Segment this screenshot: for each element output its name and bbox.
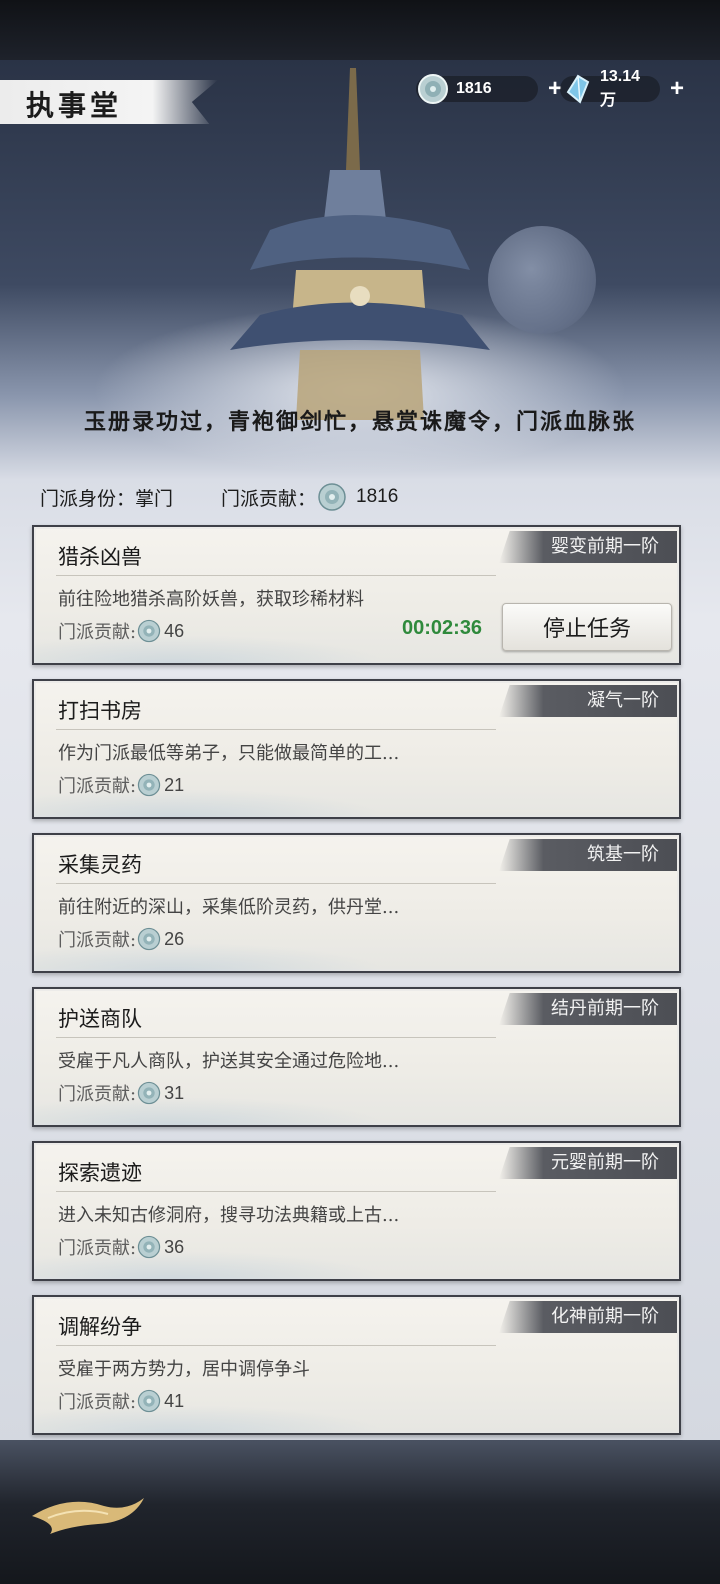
divider — [56, 1345, 496, 1346]
task-name: 探索遗迹 — [58, 1161, 142, 1185]
task-description: 受雇于两方势力，居中调停争斗 — [58, 1359, 310, 1380]
task-contribution: 门派贡献: 31 — [58, 1079, 184, 1107]
contribution-value: 26 — [164, 928, 185, 949]
pagoda-illustration — [230, 68, 490, 420]
task-card[interactable]: 调解纷争 化神前期一阶 受雇于两方势力，居中调停争斗 门派贡献: 41 — [32, 1295, 681, 1435]
divider — [56, 729, 496, 730]
task-card[interactable]: 护送商队 结丹前期一阶 受雇于凡人商队，护送其安全通过危险地... 门派贡献: … — [32, 987, 681, 1127]
top-dark-bar — [0, 0, 720, 60]
task-card[interactable]: 打扫书房 凝气一阶 作为门派最低等弟子，只能做最简单的工... 门派贡献: 21 — [32, 679, 681, 819]
contribution-label: 门派贡献: — [58, 776, 137, 797]
task-card: 猎杀凶兽 婴变前期一阶 前往险地猎杀高阶妖兽，获取珍稀材料 门派贡献: 46 0… — [32, 525, 681, 665]
resource-spirit-crystal: 13.14万 + — [560, 68, 684, 109]
jade-coin-icon — [318, 483, 346, 511]
contribution-value: 41 — [164, 1390, 185, 1411]
contribution-value: 31 — [164, 1082, 185, 1103]
jade-coin-icon — [137, 927, 161, 951]
page-title: 执事堂 — [26, 89, 123, 122]
jade-coin-icon — [418, 74, 448, 104]
divider — [56, 1037, 496, 1038]
jade-coin-icon — [137, 1081, 161, 1105]
add-spirit-crystal-button[interactable]: + — [670, 75, 684, 103]
slogan-text: 玉册录功过，青袍御剑忙，悬赏诛魔令，门派血脉张 — [83, 409, 636, 435]
contribution-value: 46 — [164, 620, 185, 641]
jade-coin-icon — [137, 1235, 161, 1259]
task-name: 护送商队 — [58, 1007, 142, 1031]
realm-requirement-badge: 元婴前期一阶 — [499, 1147, 677, 1179]
task-description: 作为门派最低等弟子，只能做最简单的工... — [58, 743, 400, 764]
stop-task-button[interactable]: 停止任务 — [502, 603, 672, 651]
task-description: 进入未知古修洞府，搜寻功法典籍或上古... — [58, 1205, 400, 1226]
role-value: 掌门 — [135, 487, 174, 510]
task-description: 前往险地猎杀高阶妖兽，获取珍稀材料 — [58, 589, 364, 610]
divider — [56, 1191, 496, 1192]
jade-coin-icon — [137, 619, 161, 643]
task-card[interactable]: 探索遗迹 元婴前期一阶 进入未知古修洞府，搜寻功法典籍或上古... 门派贡献: … — [32, 1141, 681, 1281]
task-description: 前往附近的深山，采集低阶灵药，供丹堂... — [58, 897, 400, 918]
contribution-label: 门派贡献: — [58, 1084, 137, 1105]
task-contribution: 门派贡献: 46 — [58, 617, 184, 645]
realm-requirement-badge: 筑基一阶 — [499, 839, 677, 871]
task-contribution: 门派贡献: 36 — [58, 1233, 184, 1261]
spirit-crystal-icon — [566, 74, 590, 104]
realm-requirement-badge: 结丹前期一阶 — [499, 993, 677, 1025]
contribution-label: 门派贡献: — [58, 622, 137, 643]
contribution-label: 门派贡献: — [58, 930, 137, 951]
task-timer: 00:02:36 — [402, 617, 483, 639]
task-description: 受雇于凡人商队，护送其安全通过危险地... — [58, 1051, 400, 1072]
realm-requirement-badge: 凝气一阶 — [499, 685, 677, 717]
back-emblem-icon[interactable] — [28, 1488, 148, 1538]
jade-coin-icon — [137, 773, 161, 797]
contribution-value: 21 — [164, 774, 185, 795]
jade-coin-icon — [137, 1389, 161, 1413]
task-contribution: 门派贡献: 41 — [58, 1387, 184, 1415]
sect-identity-row: 门派身份： 掌门 门派贡献： 1816 — [40, 482, 398, 512]
role-label: 门派身份： — [40, 487, 136, 510]
divider — [56, 883, 496, 884]
task-name: 调解纷争 — [58, 1315, 142, 1339]
contribution-label: 门派贡献: — [58, 1238, 137, 1259]
divider — [56, 575, 496, 576]
contribution-value: 36 — [164, 1236, 185, 1257]
task-card[interactable]: 采集灵药 筑基一阶 前往附近的深山，采集低阶灵药，供丹堂... 门派贡献: 26 — [32, 833, 681, 973]
task-name: 采集灵药 — [58, 853, 142, 877]
task-name: 打扫书房 — [58, 699, 142, 723]
contribution-label: 门派贡献： — [221, 487, 317, 510]
resource-jade-coin: 1816 + — [416, 74, 562, 104]
task-name: 猎杀凶兽 — [58, 545, 142, 569]
task-contribution: 门派贡献: 21 — [58, 771, 184, 799]
contribution-label: 门派贡献: — [58, 1392, 137, 1413]
realm-requirement-badge: 化神前期一阶 — [499, 1301, 677, 1333]
task-contribution: 门派贡献: 26 — [58, 925, 184, 953]
realm-requirement-badge: 婴变前期一阶 — [499, 531, 677, 563]
contribution-value: 1816 — [356, 486, 399, 507]
